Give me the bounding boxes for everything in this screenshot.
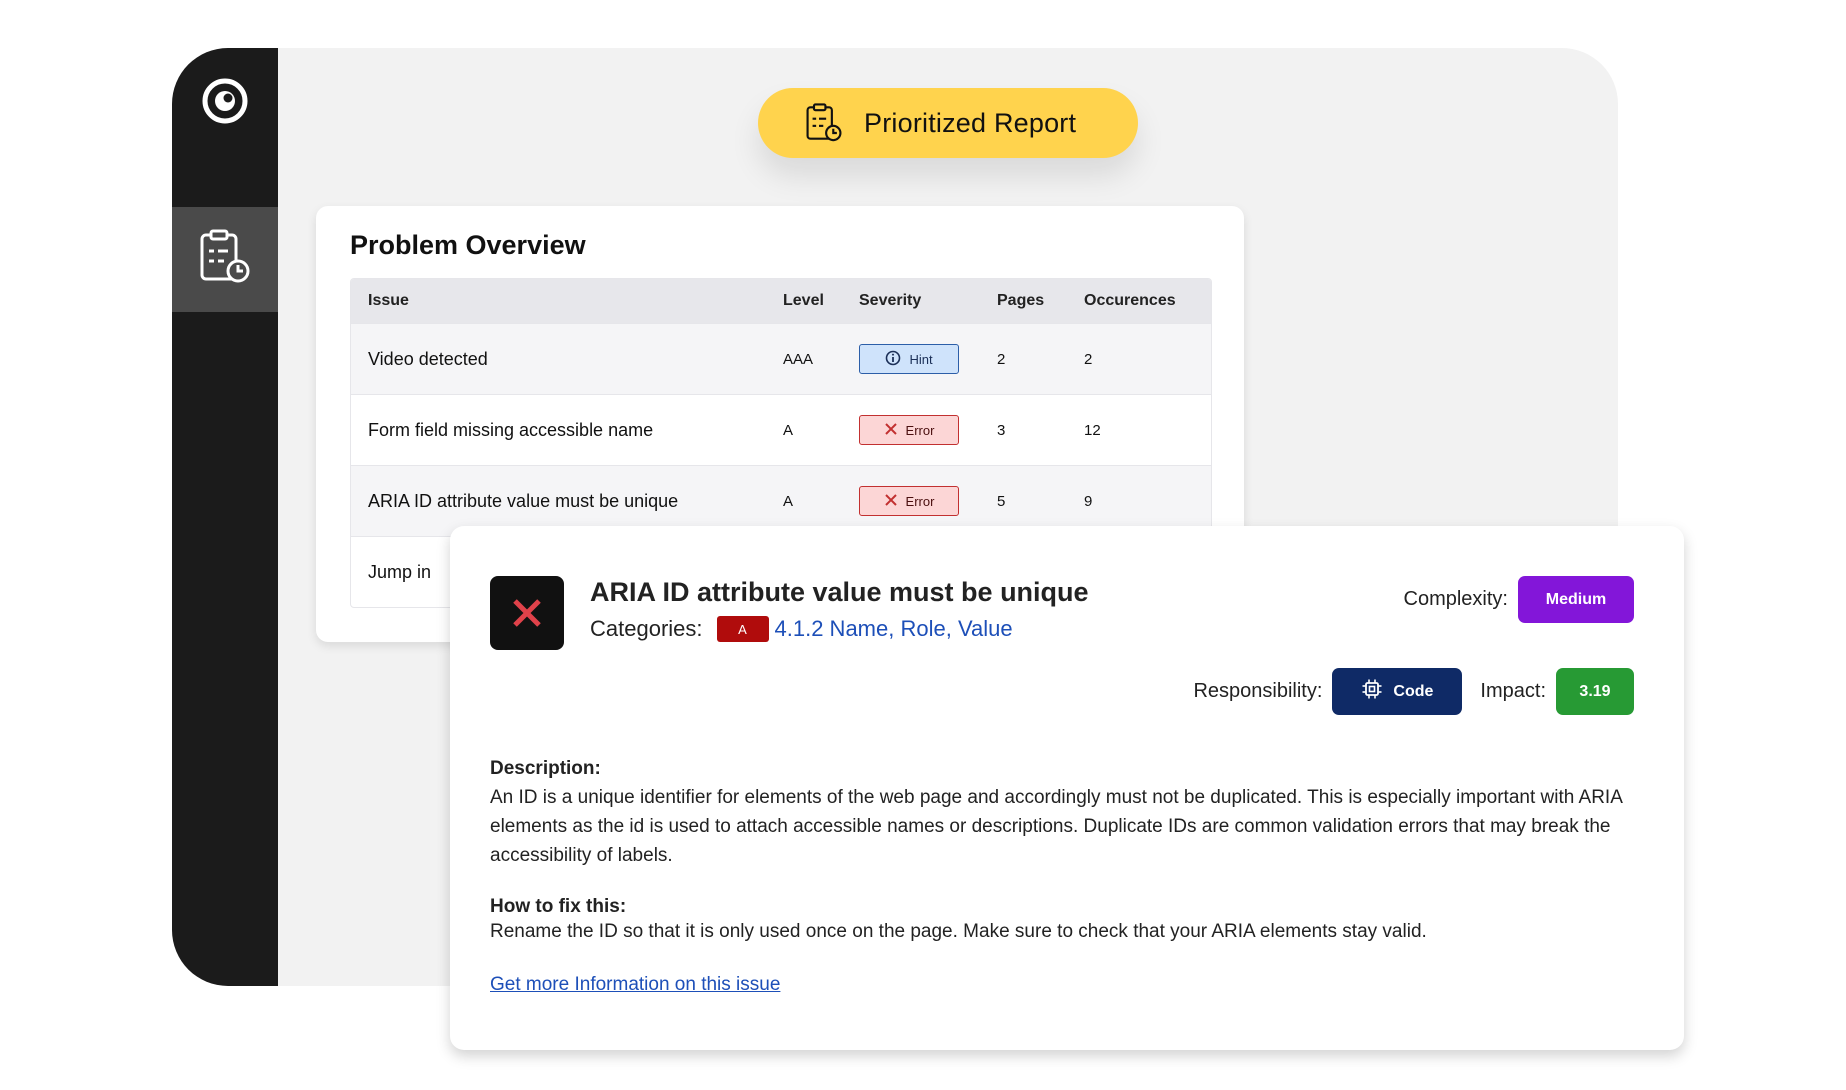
detail-title: ARIA ID attribute value must be unique [590,577,1089,607]
table-row[interactable]: Video detected AAA Hint 2 2 [351,323,1211,394]
issue-level: A [783,421,794,439]
col-issue[interactable]: Issue [368,279,409,323]
severity-label: Error [905,493,935,509]
sidebar [172,48,278,986]
error-x-icon [490,576,564,650]
clipboard-clock-icon [804,103,844,143]
description-heading: Description: [490,758,601,779]
col-pages[interactable]: Pages [997,279,1044,323]
complexity-label: Complexity: [1403,588,1508,610]
severity-badge-hint: Hint [859,344,959,374]
category-link[interactable]: 4.1.2 Name, Role, Value [775,616,1013,642]
table-row[interactable]: Form field missing accessible name A Err… [351,394,1211,465]
complexity-badge: Medium [1518,576,1634,623]
fix-heading: How to fix this: [490,896,627,917]
col-severity[interactable]: Severity [859,279,921,323]
responsibility-label: Responsibility: [1193,680,1323,702]
prioritized-report-pill[interactable]: Prioritized Report [758,88,1138,158]
issue-occurrences: 2 [1084,350,1093,368]
issue-name: Form field missing accessible name [368,419,654,440]
complexity-row: Complexity: Medium [1404,576,1634,623]
severity-cell: Hint [859,324,959,394]
col-level[interactable]: Level [783,279,824,323]
issue-name: Video detected [368,348,488,369]
severity-cell: Error [859,395,959,465]
issue-pages: 2 [997,350,1006,368]
severity-label: Error [905,422,935,438]
responsibility-row: Responsibility: Code Impact: 3.19 [1193,668,1634,715]
issue-name: Jump in [368,561,432,582]
fix-text: Rename the ID so that it is only used on… [490,921,1427,942]
col-occurrences[interactable]: Occurences [1084,279,1176,323]
more-info-link[interactable]: Get more Information on this issue [490,974,780,996]
impact-badge: 3.19 [1556,668,1634,715]
eye-logo-icon[interactable] [202,78,248,124]
issue-detail-card: ARIA ID attribute value must be unique C… [450,526,1684,1050]
info-icon [885,350,901,369]
impact-label: Impact: [1480,680,1546,702]
severity-label: Hint [909,351,933,367]
severity-badge-error: Error [859,415,959,445]
responsibility-badge: Code [1332,668,1463,715]
pill-label: Prioritized Report [864,107,1077,138]
issue-occurrences: 12 [1084,421,1101,439]
description-text: An ID is a unique identifier for element… [490,787,1622,866]
level-badge: A [716,616,769,642]
overview-title: Problem Overview [350,230,586,260]
chip-icon [1361,678,1383,705]
categories-label: Categories: [590,616,703,641]
categories-row: Categories: A 4.1.2 Name, Role, Value [590,616,1013,642]
table-header: Issue Level Severity Pages Occurences [351,279,1211,323]
issue-pages: 3 [997,421,1006,439]
issue-level: AAA [783,350,814,368]
severity-badge-error: Error [859,486,959,516]
close-icon [884,493,898,510]
clipboard-clock-icon [198,229,252,290]
responsibility-value: Code [1393,682,1434,700]
close-icon [884,422,898,439]
sidebar-item-report[interactable] [172,207,278,312]
